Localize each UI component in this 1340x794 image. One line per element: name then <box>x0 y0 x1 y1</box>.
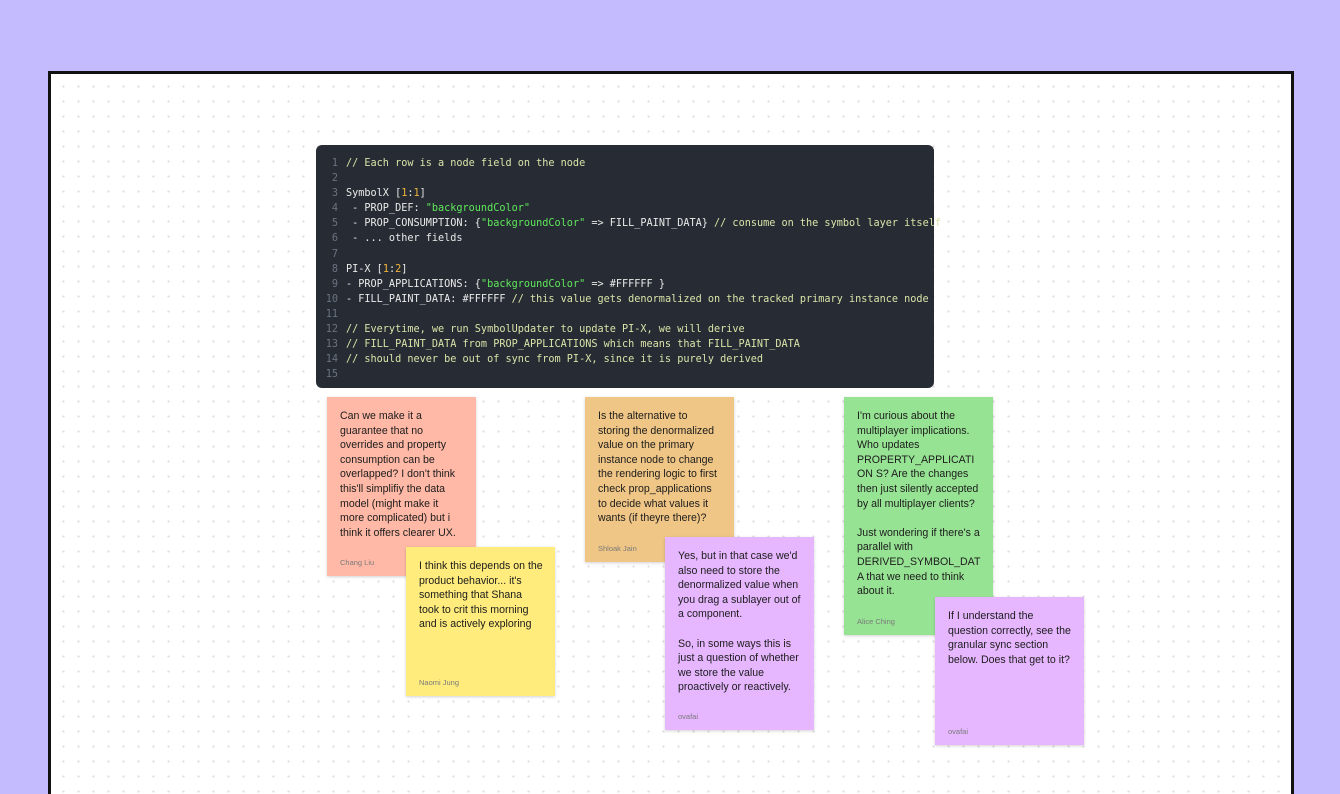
code-token: - PROP_APPLICATIONS: { <box>346 278 481 290</box>
code-text: - ... other fields <box>346 231 463 246</box>
sticky-note-author: Alice Ching <box>857 617 895 626</box>
line-number: 10 <box>325 293 338 305</box>
code-token: ] <box>401 263 408 275</box>
code-token: // should never be out of sync from PI-X… <box>346 354 764 366</box>
code-token: ] <box>419 188 426 200</box>
sticky-note-ovafai-sync[interactable]: If I understand the question correctly, … <box>935 597 1084 745</box>
sticky-note-author: Chang Liu <box>340 558 375 567</box>
sticky-note-author: ovafai <box>678 712 699 721</box>
sticky-note-text: Can we make it a guarantee that no overr… <box>340 410 459 539</box>
sticky-note-text: I'm curious about the multiplayer implic… <box>857 410 981 598</box>
code-token: PI-X [ <box>346 263 383 275</box>
code-token: SymbolX [ <box>346 188 402 200</box>
code-line: 2 <box>316 171 934 186</box>
code-text: - PROP_DEF: "backgroundColor" <box>346 201 530 216</box>
code-token: // this value gets denormalized on the t… <box>511 293 929 305</box>
line-number: 6 <box>331 233 338 245</box>
line-number: 7 <box>331 248 338 260</box>
code-line: 10 - FILL_PAINT_DATA: #FFFFFF // this val… <box>316 292 934 307</box>
sticky-note-author: ovafai <box>948 727 969 736</box>
code-text: // Each row is a node field on the node <box>346 156 585 171</box>
sticky-note-naomi[interactable]: I think this depends on the product beha… <box>406 547 555 696</box>
line-number: 13 <box>325 339 338 351</box>
code-block[interactable]: 1 // Each row is a node field on the node… <box>316 145 941 388</box>
line-number: 5 <box>331 218 338 230</box>
code-token: // Everytime, we run SymbolUpdater to up… <box>346 324 745 336</box>
code-text: // FILL_PAINT_DATA from PROP_APPLICATION… <box>346 337 800 352</box>
sticky-note-text: I think this depends on the product beha… <box>419 560 546 631</box>
sticky-note-author: Naomi Jung <box>419 678 460 687</box>
line-number: 11 <box>325 308 338 320</box>
sticky-note-text: If I understand the question correctly, … <box>948 610 1074 666</box>
code-line: 7 <box>316 247 934 262</box>
code-line: 11 <box>316 307 934 322</box>
code-token: // consume on the symbol layer itself <box>714 218 941 230</box>
code-token: "backgroundColor" <box>480 278 586 290</box>
line-number: 1 <box>331 158 338 169</box>
code-line: 4 - PROP_DEF: "backgroundColor" <box>316 201 934 216</box>
sticky-note-text: Yes, but in that case we'd also need to … <box>678 550 801 694</box>
code-token: => FILL_PAINT_DATA} <box>585 218 715 230</box>
line-number: 3 <box>331 188 338 200</box>
sticky-note-text: Is the alternative to storing the denorm… <box>598 410 720 525</box>
line-number: 12 <box>325 324 338 336</box>
code-line: 13 // FILL_PAINT_DATA from PROP_APPLICATI… <box>316 337 934 352</box>
line-number: 14 <box>325 354 338 366</box>
code-line: 1 // Each row is a node field on the node <box>316 156 934 171</box>
code-text: SymbolX [1:1] <box>346 186 426 201</box>
code-token: - FILL_PAINT_DATA: #FFFFFF <box>346 293 512 305</box>
code-token: - PROP_CONSUMPTION: { <box>346 218 481 230</box>
code-line: 5 - PROP_CONSUMPTION: {"backgroundColor"… <box>316 216 941 231</box>
line-number: 2 <box>331 173 338 185</box>
code-line: 8 PI-X [1:2] <box>316 262 934 277</box>
code-text: - PROP_CONSUMPTION: {"backgroundColor" =… <box>346 216 941 231</box>
code-line: 14 // should never be out of sync from PI… <box>316 352 934 367</box>
sticky-note-author: Shloak Jain <box>598 544 637 553</box>
code-token: "backgroundColor" <box>425 203 531 215</box>
code-token: "backgroundColor" <box>480 218 586 230</box>
code-text: - FILL_PAINT_DATA: #FFFFFF // this value… <box>346 292 929 307</box>
code-line: 6 - ... other fields <box>316 231 934 246</box>
code-text: - PROP_APPLICATIONS: {"backgroundColor" … <box>346 277 665 292</box>
code-text: // Everytime, we run SymbolUpdater to up… <box>346 322 745 337</box>
line-number: 8 <box>331 263 338 275</box>
sticky-note-ovafai-reply[interactable]: Yes, but in that case we'd also need to … <box>665 537 814 730</box>
code-line: 3 SymbolX [1:1] <box>316 186 934 201</box>
code-text: PI-X [1:2] <box>346 262 407 277</box>
code-line: 12 // Everytime, we run SymbolUpdater to … <box>316 322 934 337</box>
code-token: => #FFFFFF } <box>585 278 665 290</box>
line-number: 4 <box>331 203 338 215</box>
code-token: - ... other fields <box>346 233 463 245</box>
code-token: // FILL_PAINT_DATA from PROP_APPLICATION… <box>346 339 800 351</box>
code-line: 9 - PROP_APPLICATIONS: {"backgroundColor"… <box>316 277 934 292</box>
line-number: 15 <box>325 369 338 381</box>
code-line: 15 <box>316 367 934 382</box>
code-token: - PROP_DEF: <box>346 203 426 215</box>
code-text: // should never be out of sync from PI-X… <box>346 352 763 367</box>
code-token: // Each row is a node field on the node <box>346 158 586 169</box>
line-number: 9 <box>331 278 338 290</box>
